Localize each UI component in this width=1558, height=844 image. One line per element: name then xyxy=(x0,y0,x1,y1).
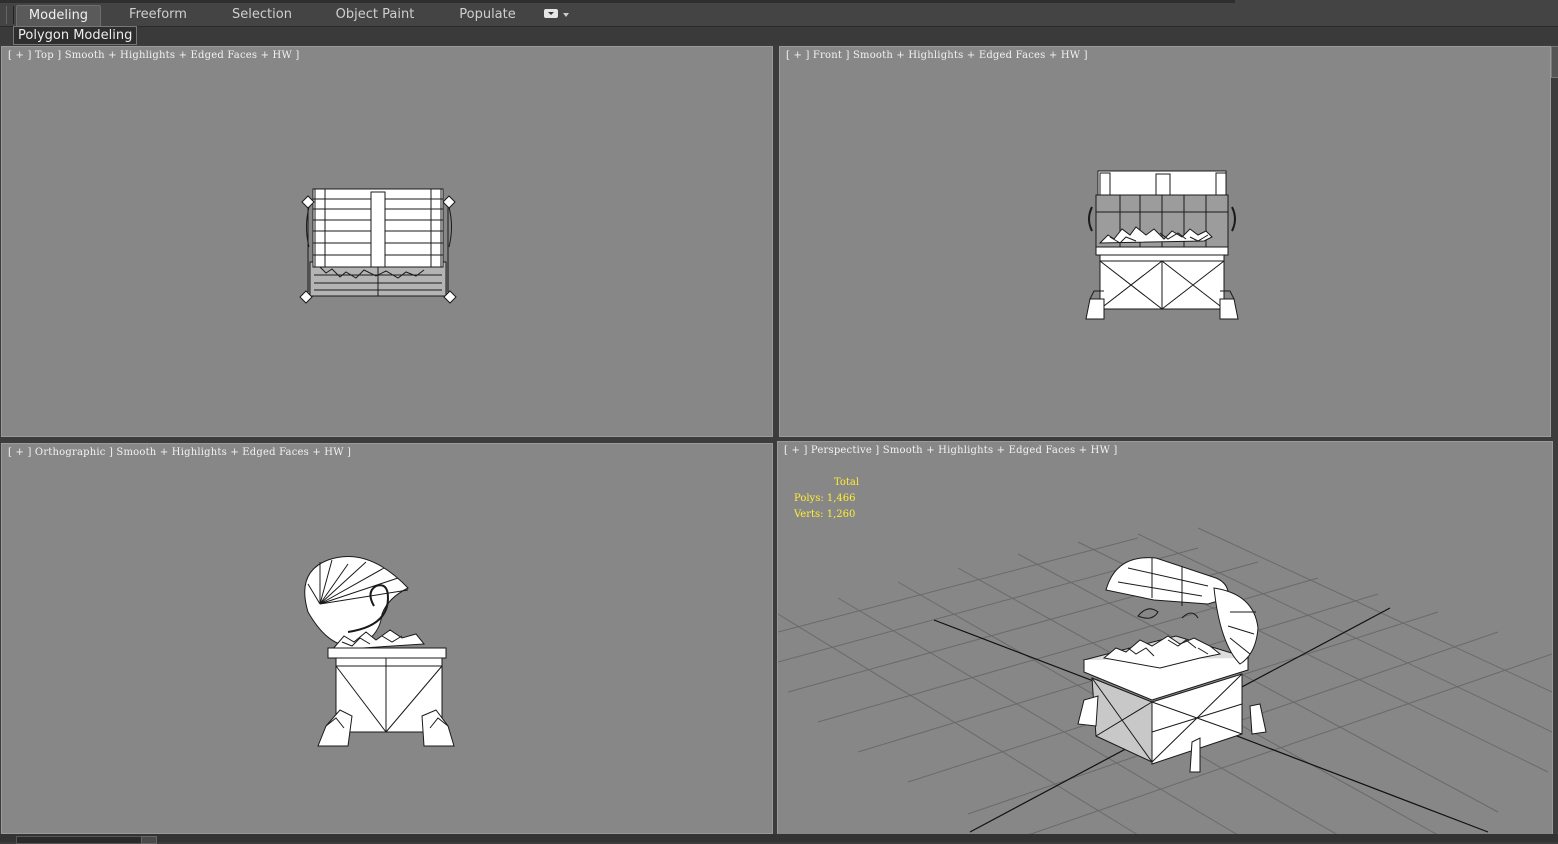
viewport-orthographic[interactable]: [ + ] Orthographic ] Smooth + Highlights… xyxy=(1,443,773,834)
tab-selection[interactable]: Selection xyxy=(222,5,302,25)
panel-polygon-modeling[interactable]: Polygon Modeling xyxy=(13,26,138,45)
ribbon-options-icon[interactable] xyxy=(544,9,558,18)
chest-front-view xyxy=(1085,170,1239,320)
ribbon-panel-bar xyxy=(0,27,1558,44)
chest xyxy=(1077,557,1267,773)
viewport-perspective[interactable]: [ + ] Perspective ] Smooth + Highlights … xyxy=(777,441,1553,836)
chevron-down-icon[interactable] xyxy=(563,13,569,17)
tab-object-paint[interactable]: Object Paint xyxy=(330,5,420,25)
ribbon-top-edge xyxy=(0,0,1235,3)
ribbon-grip[interactable] xyxy=(6,6,14,24)
ribbon: Modeling Freeform Selection Object Paint… xyxy=(0,0,1558,27)
chest-ortho-view xyxy=(304,556,455,747)
viewport-scrollbar[interactable] xyxy=(1551,46,1558,78)
tab-freeform[interactable]: Freeform xyxy=(118,5,198,25)
viewport-top[interactable]: [ + ] Top ] Smooth + Highlights + Edged … xyxy=(1,46,773,437)
tab-populate[interactable]: Populate xyxy=(450,5,525,25)
tab-modeling[interactable]: Modeling xyxy=(16,5,101,26)
time-slider[interactable] xyxy=(16,836,142,844)
perspective-grid-and-chest xyxy=(778,527,1552,835)
chest-top-view xyxy=(299,188,457,304)
status-bar xyxy=(0,834,1558,842)
time-slider-next-button[interactable] xyxy=(141,836,157,844)
viewport-front[interactable]: [ + ] Front ] Smooth + Highlights + Edge… xyxy=(779,46,1551,437)
